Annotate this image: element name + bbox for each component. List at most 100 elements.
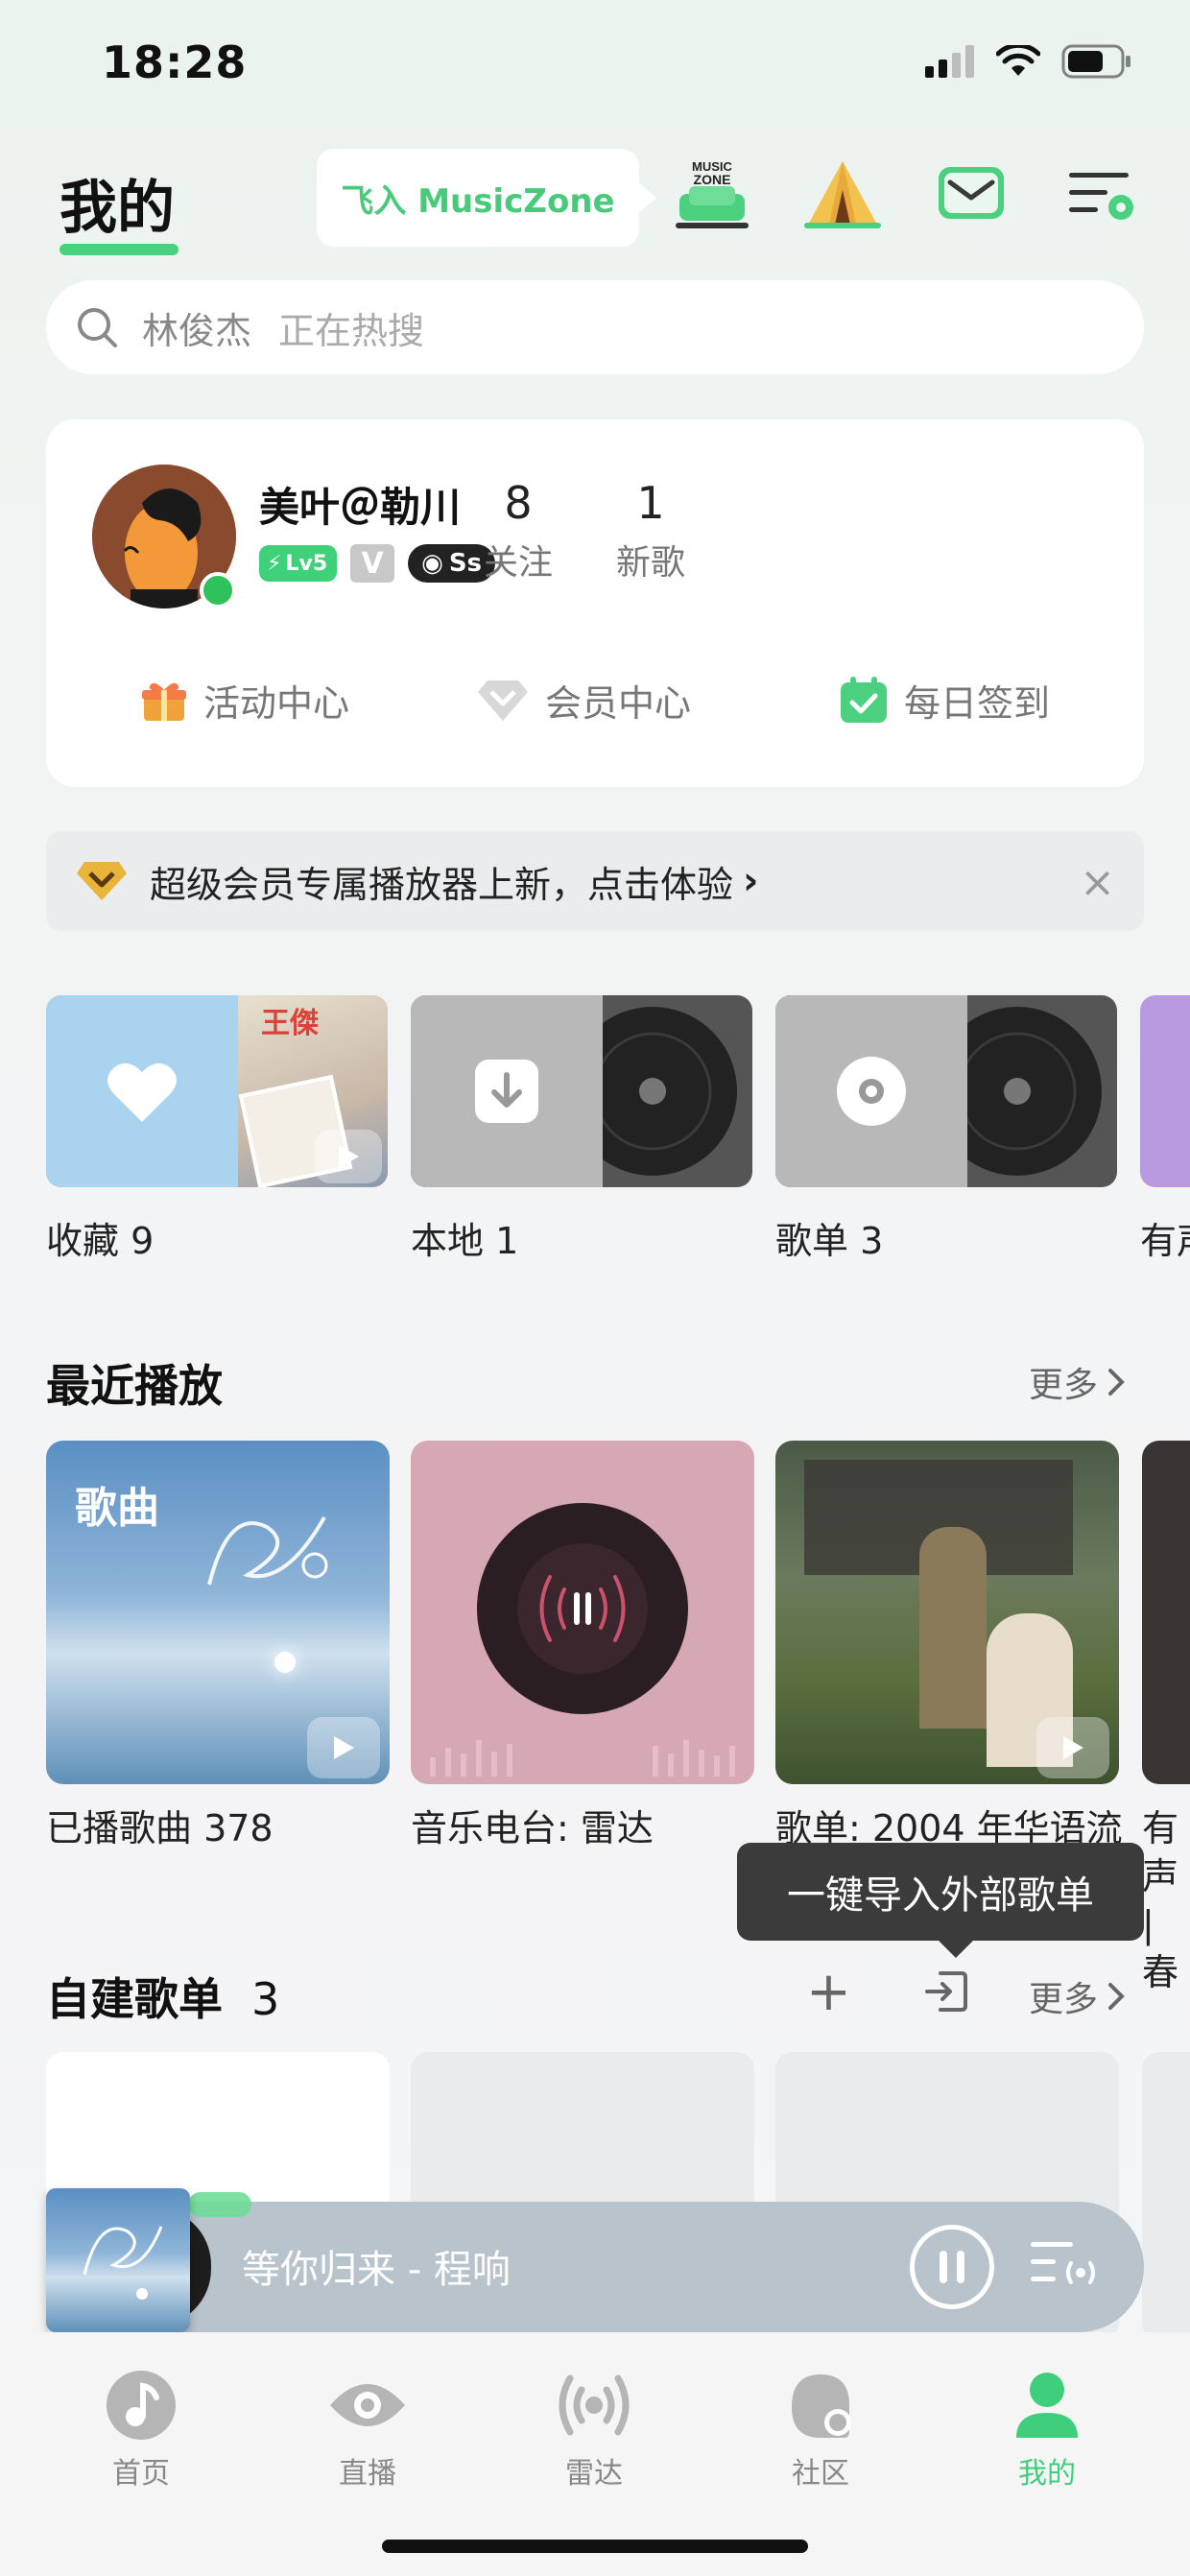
- diamond-icon: [478, 680, 528, 721]
- member-center-link[interactable]: 会员中心: [476, 674, 691, 727]
- self-playlists-title-text: 自建歌单: [46, 1973, 223, 2025]
- pause-bar: [957, 2251, 964, 2283]
- tab-mine-label: 我的: [1018, 2457, 1076, 2491]
- svip-promo-banner[interactable]: 超级会员专属播放器上新，点击体验 › ×: [46, 831, 1144, 931]
- recent-card-tag: 歌曲: [75, 1484, 159, 1533]
- profile-card: 美叶＠勒川 ⚡ Lv5 V ◉ Ss 8 关注 1 新歌 活动中心 会员中心 每…: [46, 419, 1144, 787]
- self-playlists-more-label: 更多: [1029, 1980, 1099, 2019]
- signal-icon: [925, 45, 974, 78]
- import-icon: [925, 1971, 967, 2012]
- search-input[interactable]: 林俊杰 正在热搜: [46, 280, 1144, 374]
- member-center-label: 会员中心: [545, 682, 692, 725]
- playlists-tile[interactable]: [775, 995, 1117, 1187]
- svip-ring-icon: ◉: [421, 549, 443, 578]
- favorites-tile[interactable]: 王傑: [46, 995, 388, 1187]
- banner-close-icon[interactable]: ×: [1080, 858, 1115, 907]
- audiobook-card[interactable]: [1142, 1441, 1190, 1784]
- favorites-play-button[interactable]: [315, 1130, 382, 1183]
- eye-icon: [330, 2384, 405, 2426]
- wifi-icon: [996, 45, 1040, 76]
- search-hint: 正在热搜: [278, 309, 425, 352]
- radar-icon: [559, 2374, 630, 2436]
- activity-center-link[interactable]: 活动中心: [140, 674, 349, 727]
- activity-center-label: 活动中心: [203, 682, 350, 725]
- local-label: 本地 1: [411, 1220, 519, 1262]
- gift-icon: [142, 682, 186, 721]
- banner-text: 超级会员专属播放器上新，点击体验: [150, 863, 734, 906]
- tab-home-label: 首页: [112, 2457, 170, 2491]
- disc-icon: [837, 1057, 906, 1126]
- home-indicator: [382, 2540, 808, 2553]
- message-mail-icon[interactable]: [931, 154, 1012, 234]
- playlist-queue-icon[interactable]: [1027, 2234, 1104, 2302]
- import-playlist-tooltip: 一键导入外部歌单: [737, 1843, 1144, 1958]
- tab-home[interactable]: 首页: [69, 2369, 213, 2492]
- status-time: 18:28: [102, 36, 248, 88]
- pause-bar: [940, 2251, 947, 2283]
- recent-songs-play-button[interactable]: [307, 1717, 380, 1778]
- stat-new-songs-label: 新歌: [615, 543, 685, 583]
- local-tile[interactable]: [411, 995, 752, 1187]
- tab-live[interactable]: 直播: [296, 2369, 440, 2492]
- stat-following[interactable]: 8 关注: [461, 477, 576, 584]
- download-icon: [475, 1060, 538, 1123]
- tent-icon[interactable]: [802, 154, 883, 234]
- local-panel: [411, 995, 603, 1187]
- moon-light: [274, 1652, 296, 1673]
- chevron-right-icon: [1108, 1369, 1125, 1395]
- play-icon: [1063, 1736, 1083, 1759]
- self-playlists-title: 自建歌单 3: [46, 1965, 279, 2028]
- svg-text:ZONE: ZONE: [694, 172, 731, 187]
- tab-mine[interactable]: 我的: [975, 2369, 1119, 2492]
- favorites-label: 收藏 9: [46, 1220, 155, 1262]
- audiobook-tile[interactable]: [1140, 995, 1190, 1187]
- self-playlists-more-link[interactable]: 更多: [1029, 1971, 1125, 2021]
- tab-community-label: 社区: [792, 2457, 849, 2491]
- mini-player-cover[interactable]: [46, 2188, 190, 2332]
- tab-live-label: 直播: [339, 2457, 396, 2491]
- tab-radar[interactable]: 雷达: [522, 2369, 666, 2492]
- recent-title: 最近播放: [46, 1360, 223, 1412]
- playlist-2004-play-button[interactable]: [1036, 1717, 1109, 1778]
- stat-new-songs[interactable]: 1 新歌: [593, 477, 708, 584]
- vip-badge[interactable]: V: [350, 544, 395, 583]
- playlist-2004-card[interactable]: [775, 1441, 1119, 1784]
- radar-radio-card[interactable]: [411, 1441, 754, 1784]
- music-zone-bubble[interactable]: 飞入 MusicZone: [317, 149, 656, 247]
- stat-following-label: 关注: [483, 543, 553, 583]
- user-name[interactable]: 美叶＠勒川: [259, 475, 461, 534]
- calendar-check-icon: [841, 676, 887, 723]
- audiobook-label: 有声: [1140, 1220, 1190, 1262]
- music-zone-sofa-icon[interactable]: MUSIC ZONE: [672, 154, 752, 234]
- tab-community[interactable]: 社区: [749, 2369, 892, 2492]
- self-playlists-count: 3: [251, 1973, 280, 2025]
- pause-button[interactable]: [910, 2225, 994, 2309]
- calligraphy-art: [207, 1516, 328, 1586]
- community-icon: [792, 2374, 851, 2438]
- stat-new-songs-value: 1: [636, 477, 665, 529]
- vinyl-record-icon: [603, 1007, 737, 1176]
- radar-disc-art: [430, 1503, 735, 1777]
- menu-settings-icon[interactable]: [1061, 154, 1142, 234]
- playlists-panel: [775, 995, 967, 1187]
- import-playlist-button[interactable]: [923, 1968, 971, 2019]
- self-playlist-card[interactable]: [1142, 2052, 1190, 2340]
- album-figure-man: [919, 1527, 987, 1729]
- stat-following-value: 8: [504, 477, 533, 529]
- heart-icon: [107, 1062, 177, 1122]
- favorites-heart-panel: [46, 995, 238, 1187]
- music-note-icon: [107, 2371, 176, 2440]
- daily-checkin-link[interactable]: 每日签到: [839, 674, 1050, 727]
- page-title[interactable]: 我的: [60, 161, 175, 245]
- mini-cover-calligraphy: [83, 2226, 163, 2300]
- level-badge[interactable]: ⚡ Lv5: [259, 545, 338, 582]
- person-icon: [1016, 2373, 1078, 2438]
- banner-chevron-icon: ›: [743, 859, 759, 903]
- play-icon: [339, 1145, 359, 1168]
- search-placeholder: 林俊杰: [142, 309, 252, 352]
- status-icons: [925, 44, 1132, 79]
- add-playlist-button[interactable]: +: [806, 1964, 851, 2021]
- recent-more-link[interactable]: 更多: [1029, 1357, 1125, 1407]
- gold-diamond-icon: [77, 862, 127, 900]
- recent-songs-card[interactable]: 歌曲: [46, 1441, 390, 1784]
